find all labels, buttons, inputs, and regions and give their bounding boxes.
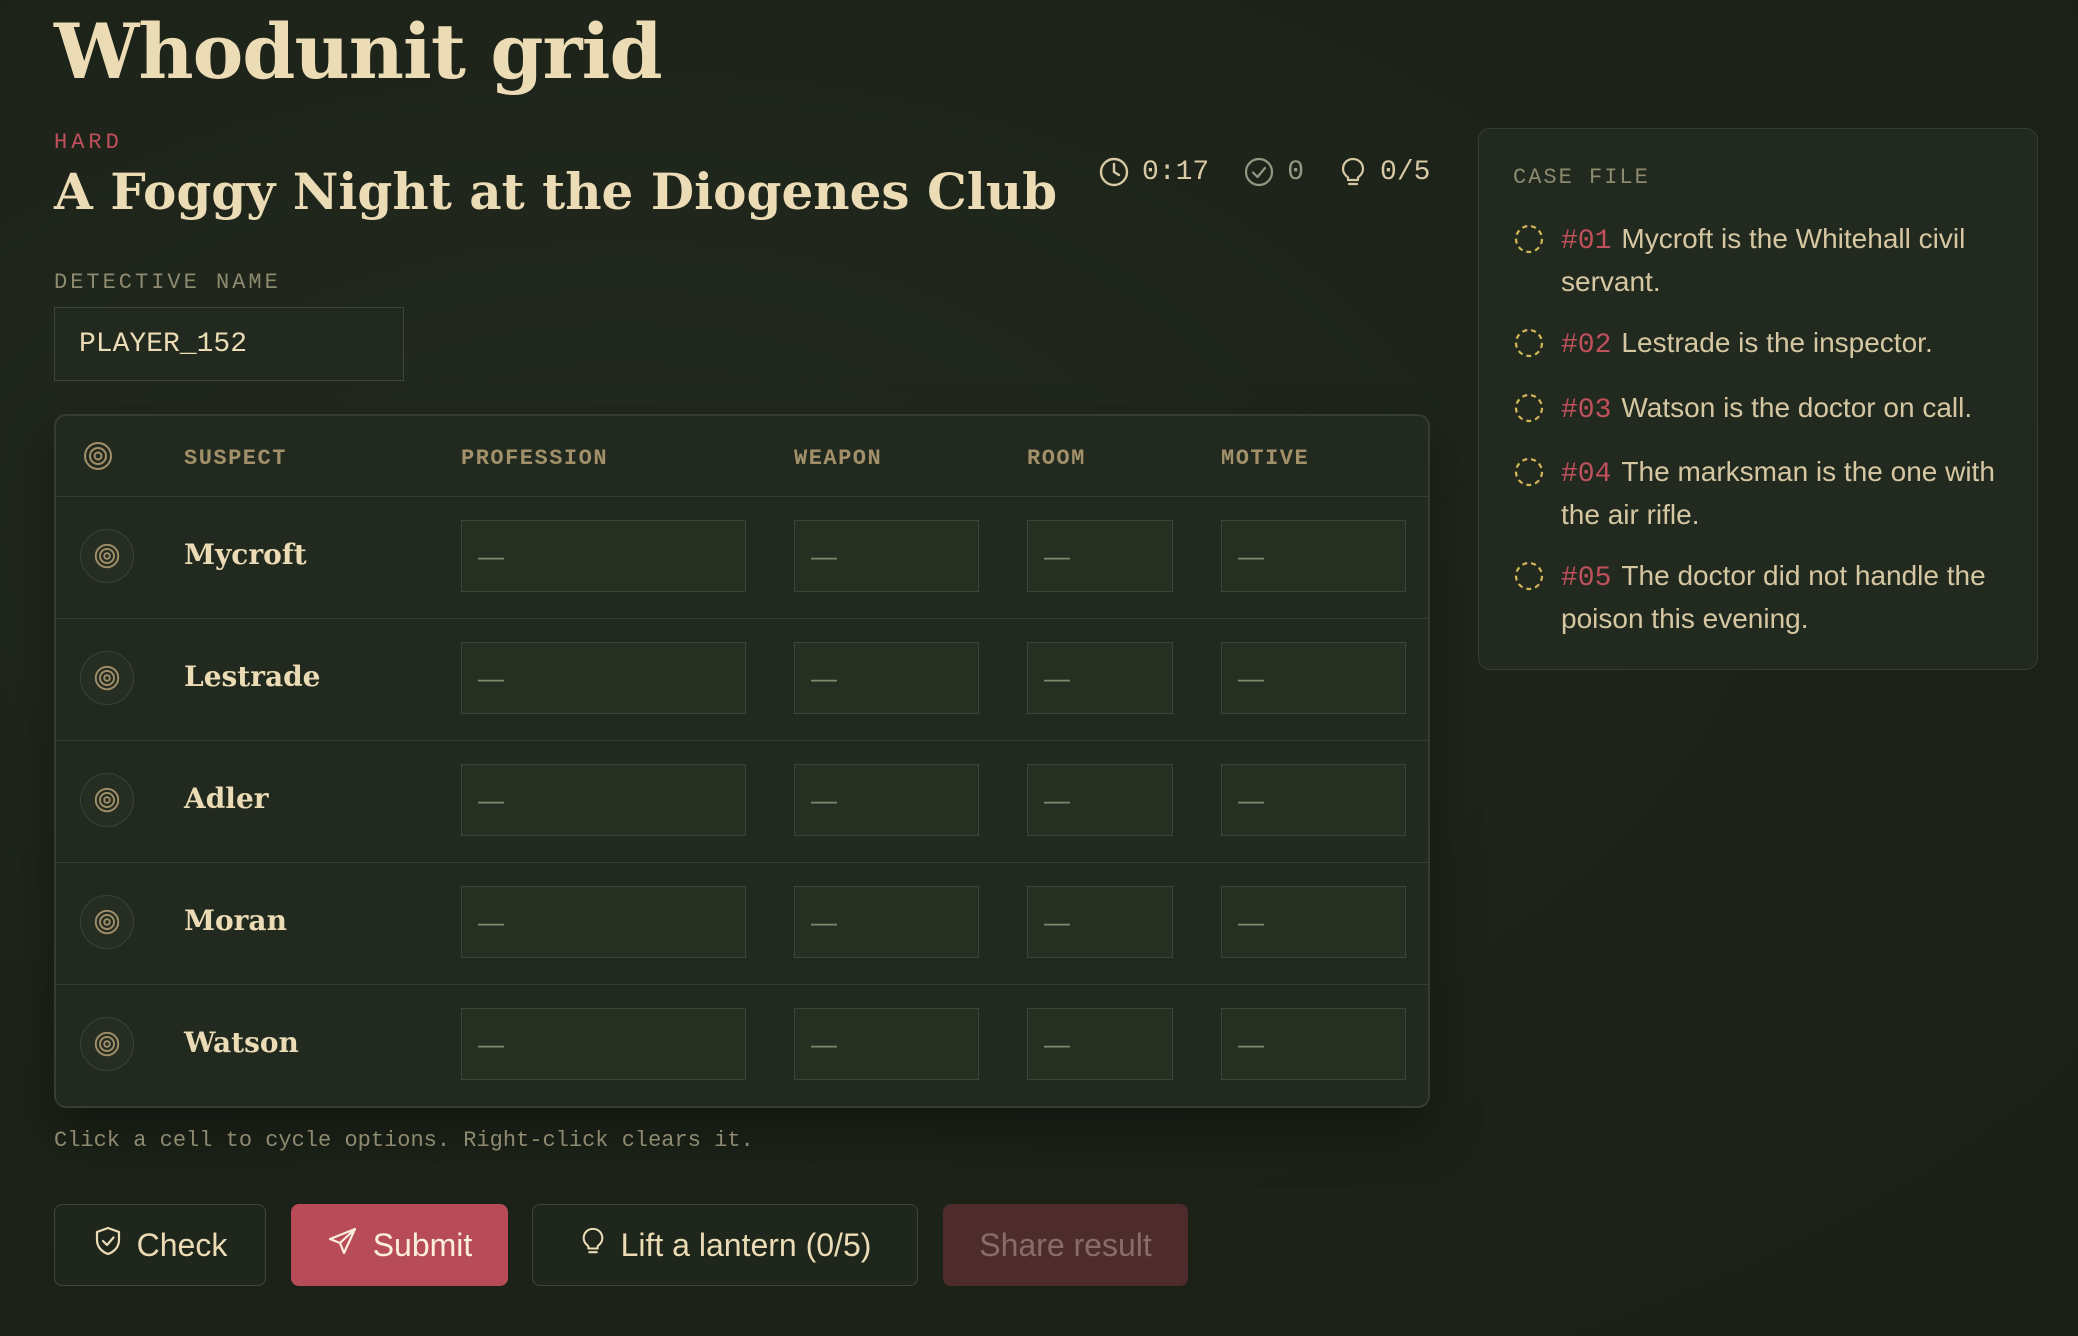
lift-lantern-button[interactable]: Lift a lantern (0/5) bbox=[532, 1204, 918, 1286]
cell-motive[interactable]: — bbox=[1221, 886, 1406, 958]
check-button-label: Check bbox=[136, 1226, 228, 1263]
case-file-label: CASE FILE bbox=[1513, 165, 1650, 190]
detective-name-input[interactable] bbox=[54, 307, 404, 381]
target-icon[interactable] bbox=[80, 895, 134, 949]
grid-instructions: Click a cell to cycle options. Right-cli… bbox=[54, 1128, 754, 1153]
column-header-suspect: SUSPECT bbox=[184, 446, 287, 471]
dashed-circle-icon bbox=[1513, 392, 1545, 429]
cell-weapon[interactable]: — bbox=[794, 642, 979, 714]
target-icon[interactable] bbox=[80, 1017, 134, 1071]
send-icon bbox=[327, 1225, 359, 1265]
dashed-circle-icon bbox=[1513, 560, 1545, 597]
target-icon[interactable] bbox=[80, 529, 134, 583]
column-header-motive: MOTIVE bbox=[1221, 446, 1310, 471]
case-file-panel: CASE FILE #01 Mycroft is the Whitehall ci… bbox=[1478, 128, 2038, 670]
cell-room[interactable]: — bbox=[1027, 642, 1173, 714]
checks-stat: 0 bbox=[1243, 156, 1304, 188]
submit-button[interactable]: Submit bbox=[291, 1204, 508, 1286]
suspect-name: Lestrade bbox=[184, 660, 321, 693]
clue-number: #01 bbox=[1561, 226, 1612, 257]
check-button[interactable]: Check bbox=[54, 1204, 266, 1286]
suspect-name: Mycroft bbox=[184, 538, 307, 571]
clue-text: The marksman is the one with the air rif… bbox=[1561, 456, 1995, 530]
suspect-name: Watson bbox=[184, 1026, 299, 1059]
difficulty-badge: HARD bbox=[54, 130, 123, 155]
share-result-button[interactable]: Share result bbox=[943, 1204, 1188, 1286]
stats-bar: 0:17 0 0/5 bbox=[1098, 156, 1430, 188]
cell-weapon[interactable]: — bbox=[794, 764, 979, 836]
cell-weapon[interactable]: — bbox=[794, 1008, 979, 1080]
clue-text: The doctor did not handle the poison thi… bbox=[1561, 560, 1986, 634]
table-row: Moran — — — — bbox=[56, 862, 1428, 985]
cell-profession[interactable]: — bbox=[461, 886, 746, 958]
cell-motive[interactable]: — bbox=[1221, 520, 1406, 592]
cell-motive[interactable]: — bbox=[1221, 764, 1406, 836]
column-header-room: ROOM bbox=[1027, 446, 1086, 471]
timer-value: 0:17 bbox=[1142, 156, 1210, 188]
dashed-circle-icon bbox=[1513, 327, 1545, 364]
suspect-name: Adler bbox=[184, 782, 269, 815]
target-icon bbox=[82, 440, 114, 477]
share-result-label: Share result bbox=[979, 1226, 1152, 1263]
cell-weapon[interactable]: — bbox=[794, 886, 979, 958]
dashed-circle-icon bbox=[1513, 456, 1545, 493]
timer-stat: 0:17 bbox=[1098, 156, 1209, 188]
cell-room[interactable]: — bbox=[1027, 1008, 1173, 1080]
clue-item[interactable]: #01 Mycroft is the Whitehall civil servan… bbox=[1513, 219, 2013, 302]
clue-number: #02 bbox=[1561, 330, 1612, 361]
cell-room[interactable]: — bbox=[1027, 764, 1173, 836]
lift-lantern-label: Lift a lantern (0/5) bbox=[620, 1226, 872, 1263]
table-row: Mycroft — — — — bbox=[56, 496, 1428, 619]
grid-header: SUSPECT PROFESSION WEAPON ROOM MOTIVE bbox=[56, 416, 1428, 497]
cell-motive[interactable]: — bbox=[1221, 1008, 1406, 1080]
clue-item[interactable]: #04 The marksman is the one with the air … bbox=[1513, 452, 2013, 535]
dashed-circle-icon bbox=[1513, 223, 1545, 260]
lightbulb-icon bbox=[1338, 156, 1368, 188]
clue-text: Watson is the doctor on call. bbox=[1621, 392, 1973, 423]
clue-number: #05 bbox=[1561, 563, 1612, 594]
table-row: Adler — — — — bbox=[56, 740, 1428, 863]
hints-stat: 0/5 bbox=[1338, 156, 1430, 188]
clue-number: #04 bbox=[1561, 459, 1612, 490]
detective-name-label: DETECTIVE NAME bbox=[54, 270, 281, 295]
target-icon[interactable] bbox=[80, 773, 134, 827]
cell-profession[interactable]: — bbox=[461, 642, 746, 714]
table-row: Lestrade — — — — bbox=[56, 618, 1428, 741]
column-header-weapon: WEAPON bbox=[794, 446, 883, 471]
clue-item[interactable]: #02 Lestrade is the inspector. bbox=[1513, 323, 2013, 366]
app-title: Whodunit grid bbox=[54, 7, 663, 96]
submit-button-label: Submit bbox=[372, 1226, 473, 1263]
clue-item[interactable]: #03 Watson is the doctor on call. bbox=[1513, 388, 2013, 431]
checks-value: 0 bbox=[1287, 156, 1305, 188]
shield-check-icon bbox=[93, 1225, 123, 1265]
cell-motive[interactable]: — bbox=[1221, 642, 1406, 714]
clock-icon bbox=[1098, 156, 1130, 188]
check-circle-icon bbox=[1243, 156, 1275, 188]
clue-number: #03 bbox=[1561, 395, 1612, 426]
puzzle-title: A Foggy Night at the Diogenes Club bbox=[54, 162, 1058, 221]
whodunit-grid: SUSPECT PROFESSION WEAPON ROOM MOTIVE My… bbox=[54, 414, 1430, 1108]
suspect-name: Moran bbox=[184, 904, 287, 937]
target-icon[interactable] bbox=[80, 651, 134, 705]
cell-profession[interactable]: — bbox=[461, 764, 746, 836]
hints-value: 0/5 bbox=[1380, 156, 1431, 188]
cell-profession[interactable]: — bbox=[461, 520, 746, 592]
clue-text: Mycroft is the Whitehall civil servant. bbox=[1561, 223, 1966, 297]
table-row: Watson — — — — bbox=[56, 984, 1428, 1106]
clue-text: Lestrade is the inspector. bbox=[1621, 327, 1933, 358]
cell-profession[interactable]: — bbox=[461, 1008, 746, 1080]
cell-room[interactable]: — bbox=[1027, 886, 1173, 958]
cell-room[interactable]: — bbox=[1027, 520, 1173, 592]
column-header-profession: PROFESSION bbox=[461, 446, 609, 471]
lightbulb-icon bbox=[579, 1225, 607, 1265]
clue-item[interactable]: #05 The doctor did not handle the poison … bbox=[1513, 556, 2013, 639]
cell-weapon[interactable]: — bbox=[794, 520, 979, 592]
